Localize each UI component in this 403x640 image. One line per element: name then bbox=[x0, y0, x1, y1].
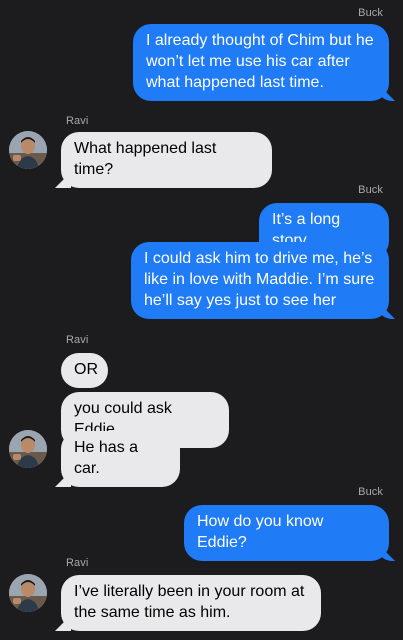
contact-avatar[interactable] bbox=[9, 430, 47, 468]
message-bubble-outgoing[interactable]: I could ask him to drive me, he’s like i… bbox=[131, 242, 389, 319]
sender-label-ravi: Ravi bbox=[66, 557, 89, 569]
sender-label-ravi: Ravi bbox=[66, 115, 89, 127]
sender-label-buck: Buck bbox=[358, 7, 383, 19]
message-bubble-outgoing[interactable]: I already thought of Chim but he won’t l… bbox=[133, 24, 389, 101]
message-bubble-incoming[interactable]: He has a car. bbox=[61, 431, 180, 487]
avatar-photo-icon bbox=[9, 574, 47, 612]
message-bubble-incoming[interactable]: I’ve literally been in your room at the … bbox=[61, 575, 321, 631]
contact-avatar[interactable] bbox=[9, 131, 47, 169]
sender-label-buck: Buck bbox=[358, 486, 383, 498]
message-bubble-incoming[interactable]: OR bbox=[61, 353, 108, 388]
sender-label-buck: Buck bbox=[358, 184, 383, 196]
message-bubble-incoming[interactable]: What happened last time? bbox=[61, 132, 272, 188]
avatar-photo-icon bbox=[9, 430, 47, 468]
message-bubble-outgoing[interactable]: How do you know Eddie? bbox=[184, 505, 389, 561]
contact-avatar[interactable] bbox=[9, 574, 47, 612]
sender-label-ravi: Ravi bbox=[66, 334, 89, 346]
avatar-photo-icon bbox=[9, 131, 47, 169]
